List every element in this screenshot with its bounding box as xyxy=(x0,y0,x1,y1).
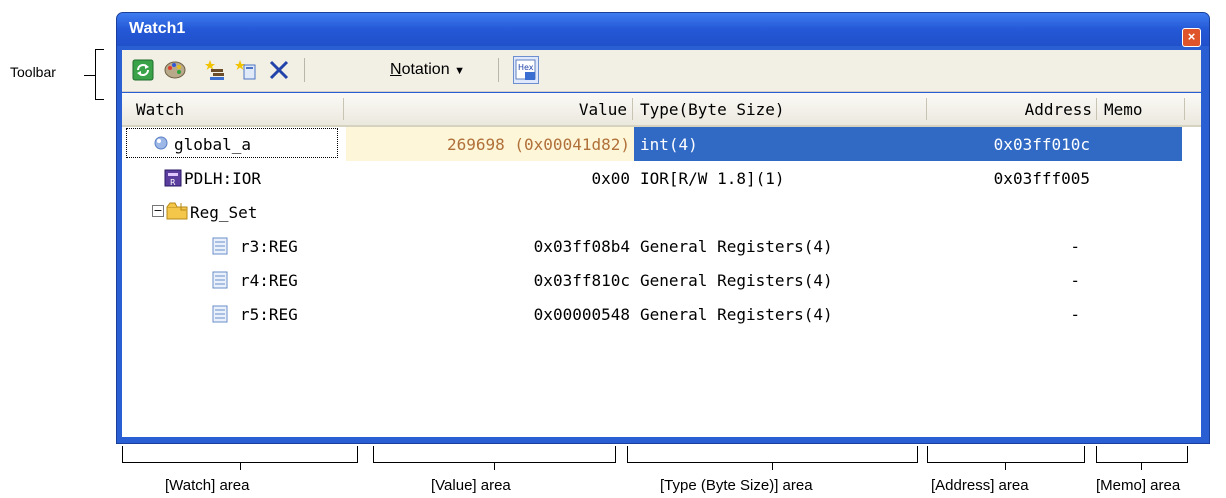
watch-value[interactable]: 0x00000548 xyxy=(346,305,630,324)
notation-dropdown-button[interactable]: Notation ▼ xyxy=(390,61,465,79)
table-row[interactable]: r3:REG 0x03ff08b4 General Registers(4) - xyxy=(122,229,1201,263)
watch-name: r5:REG xyxy=(240,305,298,324)
watch-address: 0x03ff010c xyxy=(993,135,1090,154)
notation-label: otation xyxy=(401,61,450,78)
folder-icon xyxy=(166,202,188,220)
column-header-address[interactable]: Address xyxy=(932,100,1092,119)
address-area-tick xyxy=(1005,462,1006,470)
watch-grid: Watch Value Type(Byte Size) Address Memo… xyxy=(122,93,1201,437)
watch-panel-window: Watch1 × Notation ▼ Hex Watch Value Type… xyxy=(116,12,1210,444)
type-area-label: [Type (Byte Size)] area xyxy=(660,477,813,494)
value-area-tick xyxy=(494,462,495,470)
register-icon xyxy=(212,271,228,289)
hex-display-toggle-button[interactable]: Hex xyxy=(513,56,539,84)
window-title: Watch1 xyxy=(129,20,186,37)
column-header-type[interactable]: Type(Byte Size) xyxy=(640,100,785,119)
selection-highlight xyxy=(634,127,1182,161)
watch-name: r4:REG xyxy=(240,271,298,290)
table-row[interactable]: − Reg_Set xyxy=(122,195,1201,229)
watch-area-bracket xyxy=(122,446,358,463)
toolbar-separator xyxy=(304,58,305,82)
toolbar-separator xyxy=(498,58,499,82)
close-icon[interactable]: × xyxy=(1182,28,1201,47)
type-area-bracket xyxy=(627,446,918,463)
column-header-watch[interactable]: Watch xyxy=(136,100,184,119)
watch-value[interactable]: 0x00 xyxy=(346,169,630,188)
table-row[interactable]: global_a 269698 (0x00041d82) int(4) 0x03… xyxy=(122,127,1201,161)
watch-address: - xyxy=(1070,237,1080,256)
watch-name: Reg_Set xyxy=(190,203,258,222)
column-header-row: Watch Value Type(Byte Size) Address Memo xyxy=(122,93,1201,127)
register-icon xyxy=(212,237,228,255)
watch-name: r3:REG xyxy=(240,237,298,256)
type-area-tick xyxy=(772,462,773,470)
column-header-value[interactable]: Value xyxy=(347,100,627,119)
watch-area-label: [Watch] area xyxy=(165,477,250,494)
toolbar-callout-bracket xyxy=(95,49,104,100)
watch-type: IOR[R/W 1.8](1) xyxy=(640,169,785,188)
refresh-icon[interactable] xyxy=(132,59,154,81)
watch-type: General Registers(4) xyxy=(640,271,833,290)
value-area-bracket xyxy=(373,446,616,463)
watch-address: - xyxy=(1070,271,1080,290)
variable-icon xyxy=(154,136,168,150)
watch-type: General Registers(4) xyxy=(640,305,833,324)
watch-value[interactable]: 269698 (0x00041d82) xyxy=(346,135,630,154)
watch-type: General Registers(4) xyxy=(640,237,833,256)
collapse-toggle-icon[interactable]: − xyxy=(152,205,164,217)
watch-value[interactable]: 0x03ff810c xyxy=(346,271,630,290)
memo-area-bracket xyxy=(1096,446,1188,463)
svg-text:R: R xyxy=(170,178,176,187)
column-divider[interactable] xyxy=(1184,98,1185,120)
io-register-icon: R xyxy=(164,169,182,187)
register-icon xyxy=(212,305,228,323)
address-area-bracket xyxy=(927,446,1085,463)
memo-area-tick xyxy=(1141,462,1142,470)
palette-icon[interactable] xyxy=(164,59,186,81)
chevron-down-icon: ▼ xyxy=(454,65,465,77)
watch-address: 0x03fff005 xyxy=(993,169,1090,188)
column-divider[interactable] xyxy=(926,98,927,120)
hex-icon: Hex xyxy=(515,59,536,80)
watch-name: PDLH:IOR xyxy=(184,169,262,188)
add-watch-icon[interactable] xyxy=(204,59,226,81)
value-area-label: [Value] area xyxy=(431,477,511,494)
watch-area-tick xyxy=(240,462,241,470)
column-header-memo[interactable]: Memo xyxy=(1104,100,1143,119)
watch-value[interactable]: 0x03ff08b4 xyxy=(346,237,630,256)
column-divider[interactable] xyxy=(1096,98,1097,120)
notation-accesskey: N xyxy=(390,61,402,78)
memo-area-label: [Memo] area xyxy=(1096,477,1181,494)
watch-name: global_a xyxy=(174,135,252,154)
hex-icon-label: Hex xyxy=(518,63,534,72)
column-divider[interactable] xyxy=(343,98,344,120)
toolbar-callout-label: Toolbar xyxy=(10,64,56,80)
delete-icon[interactable] xyxy=(268,59,290,81)
title-bar[interactable]: Watch1 × xyxy=(117,13,1209,47)
table-row[interactable]: R PDLH:IOR 0x00 IOR[R/W 1.8](1) 0x03fff0… xyxy=(122,161,1201,195)
add-folder-icon[interactable] xyxy=(235,59,257,81)
address-area-label: [Address] area xyxy=(931,477,1029,494)
watch-address: - xyxy=(1070,305,1080,324)
table-row[interactable]: r5:REG 0x00000548 General Registers(4) - xyxy=(122,297,1201,331)
watch-type: int(4) xyxy=(640,135,698,154)
toolbar: Notation ▼ Hex xyxy=(122,50,1201,92)
column-divider[interactable] xyxy=(632,98,633,120)
toolbar-callout-line xyxy=(84,75,95,76)
table-row[interactable]: r4:REG 0x03ff810c General Registers(4) - xyxy=(122,263,1201,297)
